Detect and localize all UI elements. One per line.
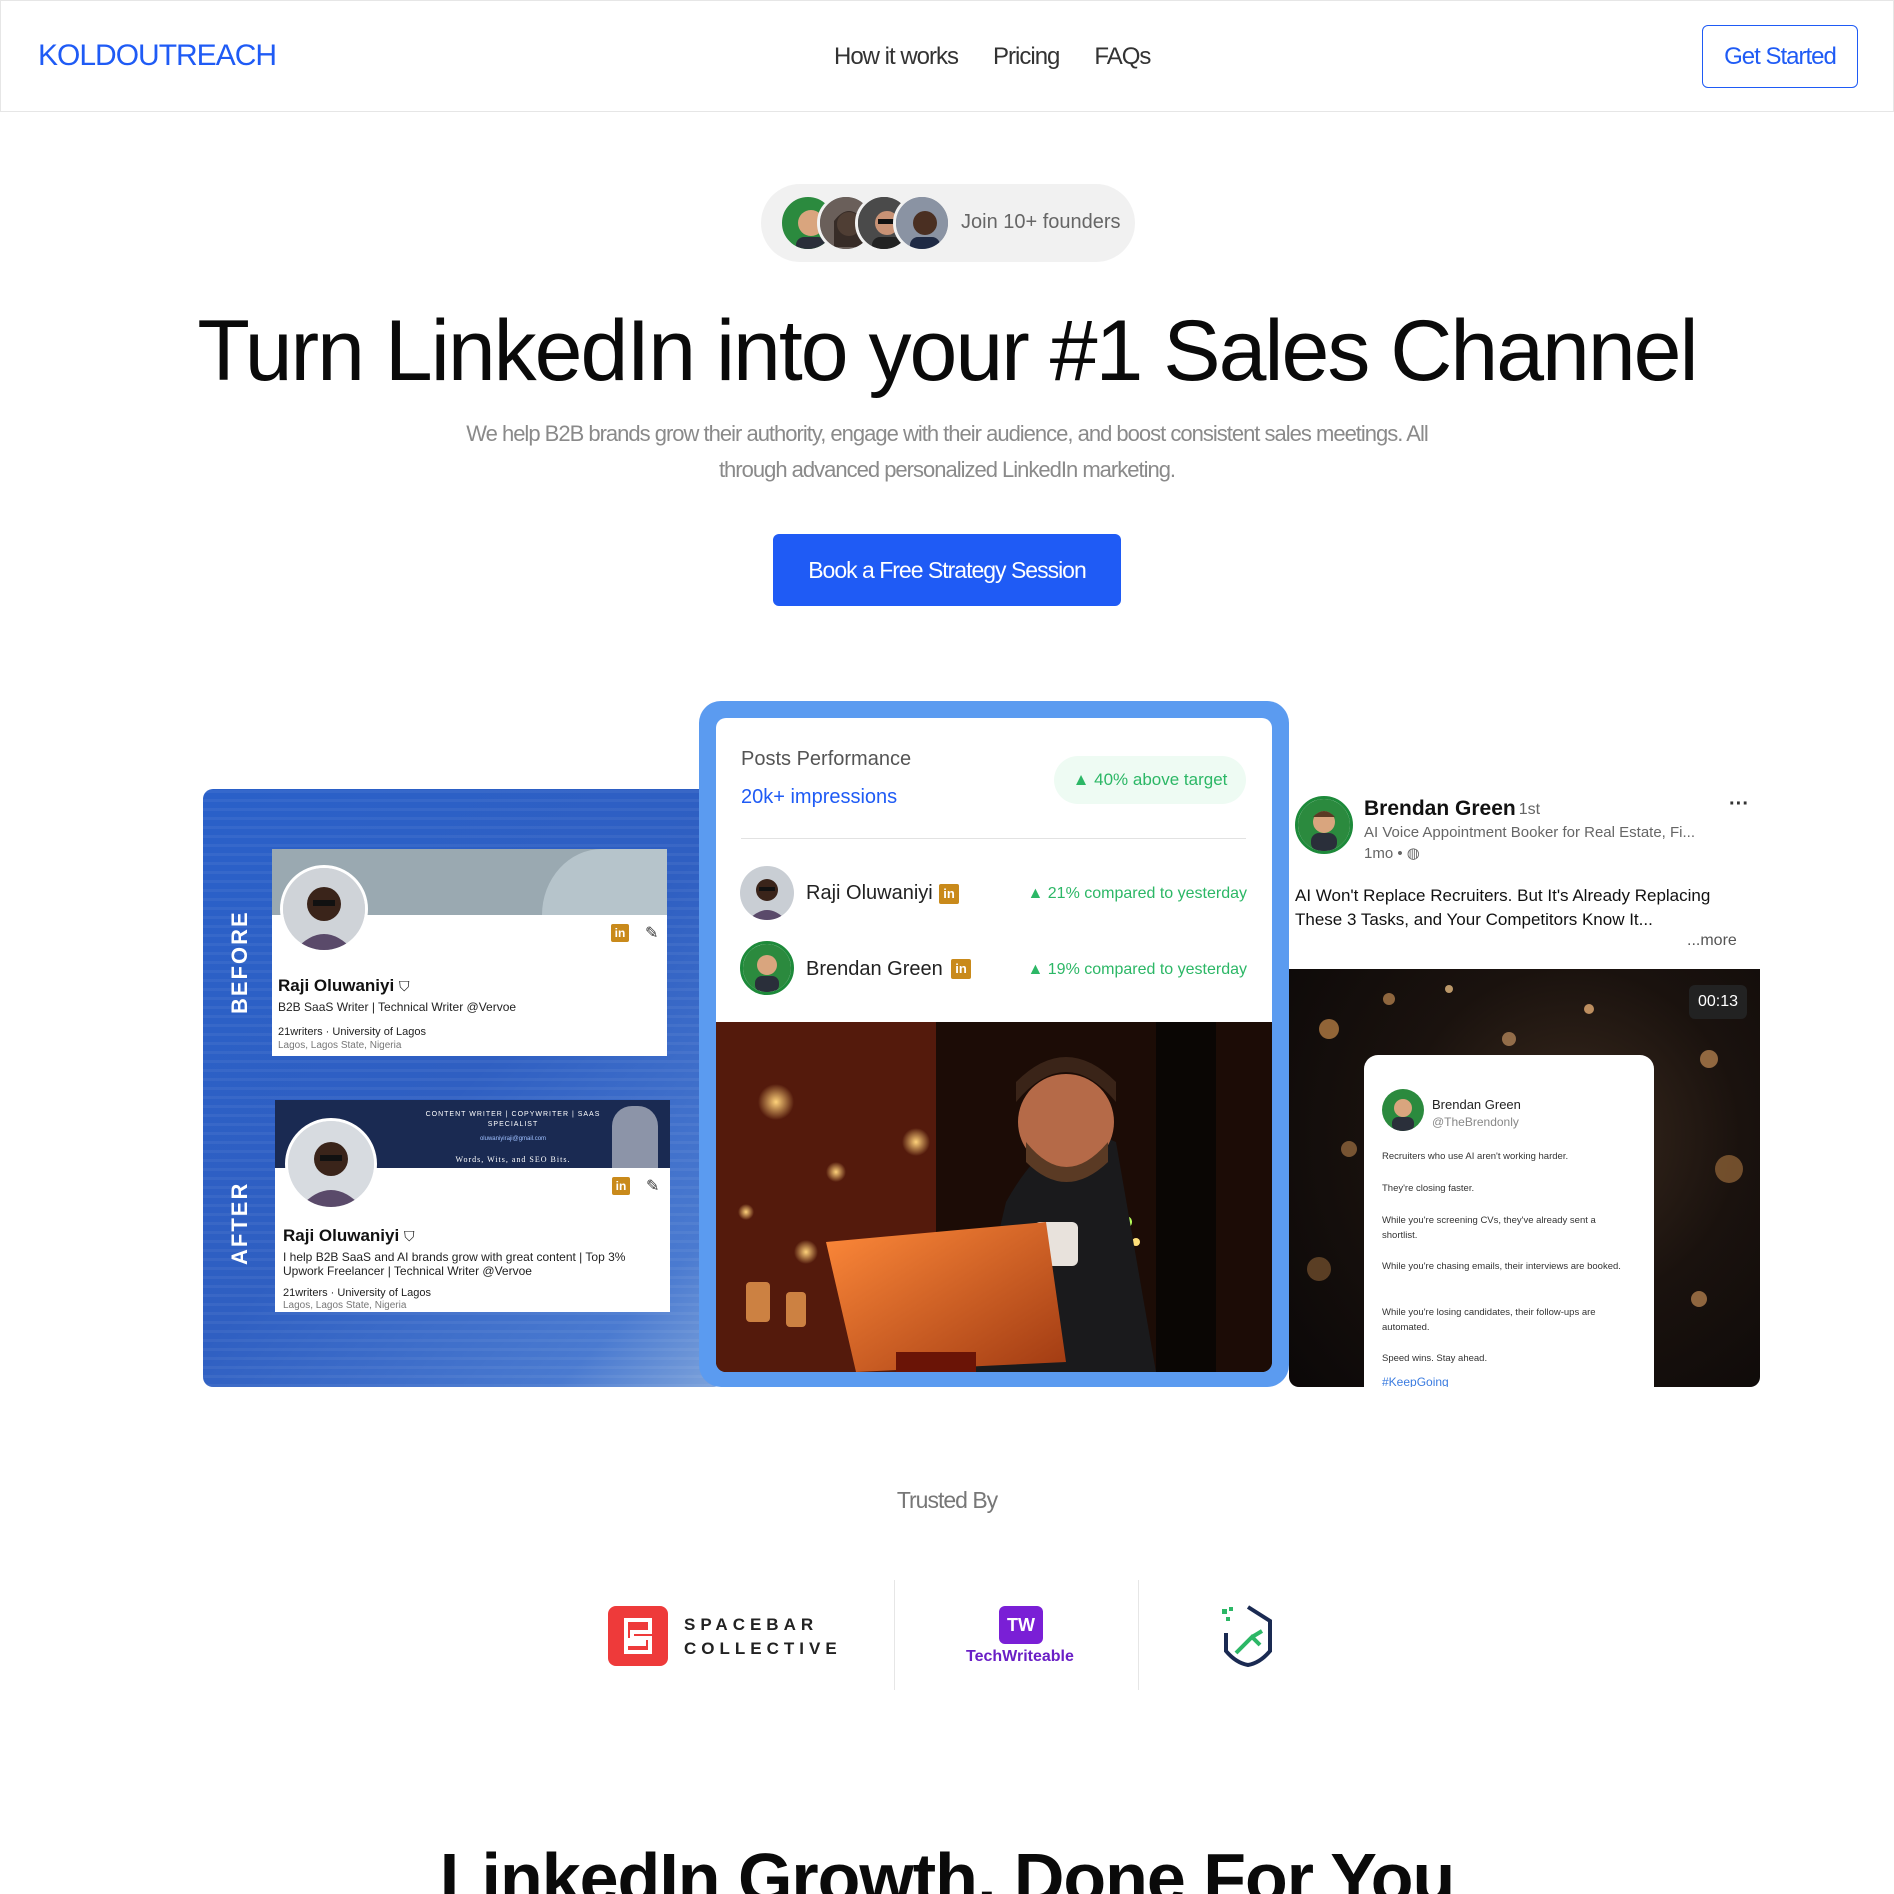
divider xyxy=(741,838,1246,839)
founders-pill: Join 10+ founders xyxy=(761,184,1135,262)
before-profile-card: in ✎ Raji Oluwaniyi ⛉ B2B SaaS Writer | … xyxy=(272,849,667,1056)
book-strategy-session-button[interactable]: Book a Free Strategy Session xyxy=(773,534,1121,606)
avatar xyxy=(740,941,794,995)
see-more-link[interactable]: ...more xyxy=(1687,932,1737,950)
profile-avatar xyxy=(280,865,368,953)
profile-company: 21writers · University of Lagos xyxy=(283,1287,431,1299)
avatar xyxy=(1382,1089,1424,1131)
performer-name: Raji Oluwaniyi xyxy=(806,882,933,904)
profile-name: Raji Oluwaniyi ⛉ xyxy=(283,1226,415,1245)
post-author-name[interactable]: Brendan Green xyxy=(1364,797,1516,821)
tweet-line: Speed wins. Stay ahead. xyxy=(1382,1353,1488,1364)
profile-headline: I help B2B SaaS and AI brands grow with … xyxy=(283,1250,626,1278)
linkedin-icon: in xyxy=(611,924,629,942)
shield-arrow-logo-icon xyxy=(1220,1603,1276,1669)
banner-email: oluwaniyiraji@gmail.com xyxy=(479,1136,547,1142)
banner-tagline: Words, Wits, and SEO Bits. xyxy=(455,1155,571,1164)
avatar xyxy=(740,866,794,920)
tweet-line: They're closing faster. xyxy=(1382,1183,1475,1194)
profile-avatar xyxy=(285,1118,377,1210)
brand-logo[interactable]: KOLDOUTREACH xyxy=(38,39,277,73)
linkedin-icon: in xyxy=(951,959,971,979)
man-with-laptop-photo xyxy=(716,1022,1272,1372)
profile-company: 21writers · University of Lagos xyxy=(278,1026,426,1038)
above-target-badge: ▲ 40% above target xyxy=(1054,756,1246,804)
profile-location: Lagos, Lagos State, Nigeria xyxy=(278,1040,402,1051)
nav-link-how-it-works[interactable]: How it works xyxy=(834,43,959,71)
nav-link-pricing[interactable]: Pricing xyxy=(993,43,1060,71)
logo-divider xyxy=(894,1580,895,1690)
tweet-line: While you're losing candidates, their fo… xyxy=(1382,1307,1596,1333)
profile-headline: B2B SaaS Writer | Technical Writer @Verv… xyxy=(278,1000,517,1014)
spacebar-collective-logo: SPACEBAR COLLECTIVE xyxy=(684,1615,842,1658)
post-body: AI Won't Replace Recruiters. But It's Al… xyxy=(1295,886,1711,929)
techwriteable-logo: TechWriteable xyxy=(966,1648,1074,1665)
video-timer: 00:13 xyxy=(1689,985,1747,1019)
verified-icon: ⛉ xyxy=(398,978,410,994)
connection-degree: · 1st xyxy=(1509,801,1541,818)
avatar xyxy=(1295,796,1353,854)
up-arrow-icon: ▲ xyxy=(1027,885,1044,902)
before-after-panel: BEFORE AFTER in ✎ Raji Oluwaniyi ⛉ B2B S… xyxy=(203,789,723,1387)
nav-link-faqs[interactable]: FAQs xyxy=(1094,43,1151,71)
nav-links: How it works Pricing FAQs xyxy=(834,43,1151,71)
spacebar-logo-icon xyxy=(608,1606,668,1666)
globe-icon: ◍ xyxy=(1406,845,1420,862)
after-label: AFTER xyxy=(227,1181,252,1265)
after-profile-card: CONTENT WRITER | COPYWRITER | SAAS SPECI… xyxy=(275,1100,670,1312)
banner-title-2: SPECIALIST xyxy=(487,1121,539,1128)
tweet-line: Recruiters who use AI aren't working har… xyxy=(1382,1151,1569,1162)
banner-portrait xyxy=(612,1106,658,1168)
impressions-count: 20k+ impressions xyxy=(741,786,898,808)
profile-name: Raji Oluwaniyi ⛉ xyxy=(278,976,410,995)
up-arrow-icon: ▲ xyxy=(1027,961,1044,978)
tweet-line: While you're screening CVs, they've alre… xyxy=(1382,1215,1596,1241)
post-video[interactable]: 00:13 Brendan Green @TheBrendonly Recrui… xyxy=(1289,969,1760,1387)
tweet-author-handle: @TheBrendonly xyxy=(1432,1115,1519,1129)
linkedin-post-card: Brendan Green · 1st AI Voice Appointment… xyxy=(1289,789,1760,1387)
before-label: BEFORE xyxy=(227,910,252,1014)
get-started-button[interactable]: Get Started xyxy=(1702,25,1858,88)
linkedin-icon: in xyxy=(939,884,959,904)
avatar xyxy=(893,194,951,252)
linkedin-icon: in xyxy=(612,1177,630,1195)
post-author-headline: AI Voice Appointment Booker for Real Est… xyxy=(1364,824,1696,841)
trusted-by-label: Trusted By xyxy=(896,1487,998,1513)
posts-performance-card: Posts Performance 20k+ impressions ▲ 40%… xyxy=(716,718,1272,1372)
verified-icon: ⛉ xyxy=(403,1228,415,1244)
hero-subtitle: We help B2B brands grow their authority,… xyxy=(466,421,1428,482)
more-options-icon[interactable]: ··· xyxy=(1729,793,1749,816)
edit-pencil-icon[interactable]: ✎ xyxy=(646,1176,659,1196)
techwriteable-logo-icon: TW xyxy=(999,1606,1043,1644)
tweet-card: Brendan Green @TheBrendonly Recruiters w… xyxy=(1364,1055,1654,1387)
founder-avatars xyxy=(779,194,951,252)
tweet-author-name: Brendan Green xyxy=(1432,1097,1521,1112)
edit-pencil-icon[interactable]: ✎ xyxy=(645,923,658,943)
tweet-hashtag[interactable]: #KeepGoing xyxy=(1382,1375,1449,1387)
performer-stat: ▲ 21% compared to yesterday xyxy=(1027,885,1247,902)
performer-name: Brendan Green xyxy=(806,958,943,980)
section-title: LinkedIn Growth, Done For You xyxy=(439,1839,1456,1894)
banner-title: CONTENT WRITER | COPYWRITER | SAAS xyxy=(425,1111,601,1118)
logo-divider xyxy=(1138,1580,1139,1690)
up-arrow-icon: ▲ xyxy=(1072,770,1090,789)
performance-title: Posts Performance xyxy=(741,748,912,770)
profile-location: Lagos, Lagos State, Nigeria xyxy=(283,1300,407,1311)
founders-text: Join 10+ founders xyxy=(961,211,1121,233)
hero-title: Turn LinkedIn into your #1 Sales Channel xyxy=(197,303,1698,399)
tweet-line: While you're chasing emails, their inter… xyxy=(1382,1261,1621,1272)
post-time: 1mo • ◍ xyxy=(1364,845,1420,862)
top-nav: KOLDOUTREACH How it works Pricing FAQs G… xyxy=(0,0,1894,112)
performer-stat: ▲ 19% compared to yesterday xyxy=(1027,961,1247,978)
